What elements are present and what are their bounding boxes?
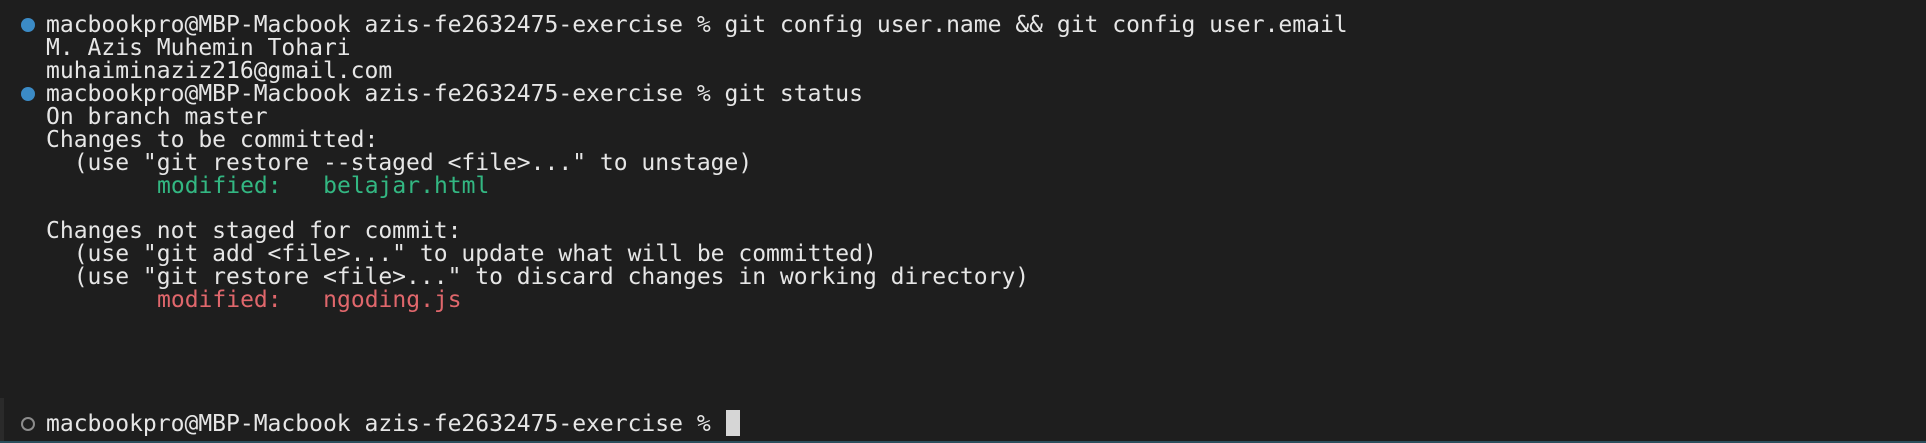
terminal-left-edge: [0, 398, 4, 443]
unstaged-status-label: modified:: [157, 287, 282, 313]
command-line[interactable]: macbookpro@MBP-Macbook azis-fe2632475-ex…: [46, 410, 740, 438]
staged-status-label: modified:: [157, 173, 282, 199]
command-success-icon[interactable]: [21, 87, 35, 101]
unstaged-file-name: ngoding.js: [323, 287, 462, 313]
command-success-icon[interactable]: [21, 18, 35, 32]
staged-file-name: belajar.html: [323, 173, 490, 199]
staged-file-line: modified: belajar.html: [157, 172, 489, 200]
prompt: macbookpro@MBP-Macbook azis-fe2632475-ex…: [46, 411, 711, 437]
command-text: git status: [724, 81, 864, 107]
command-text: git config user.name && git config user.…: [724, 12, 1348, 38]
unstaged-file-line: modified: ngoding.js: [157, 286, 462, 314]
terminal-panel[interactable]: macbookpro@MBP-Macbook azis-fe2632475-ex…: [0, 0, 1926, 443]
text-cursor: [725, 410, 740, 436]
command-pending-icon: [21, 417, 35, 431]
